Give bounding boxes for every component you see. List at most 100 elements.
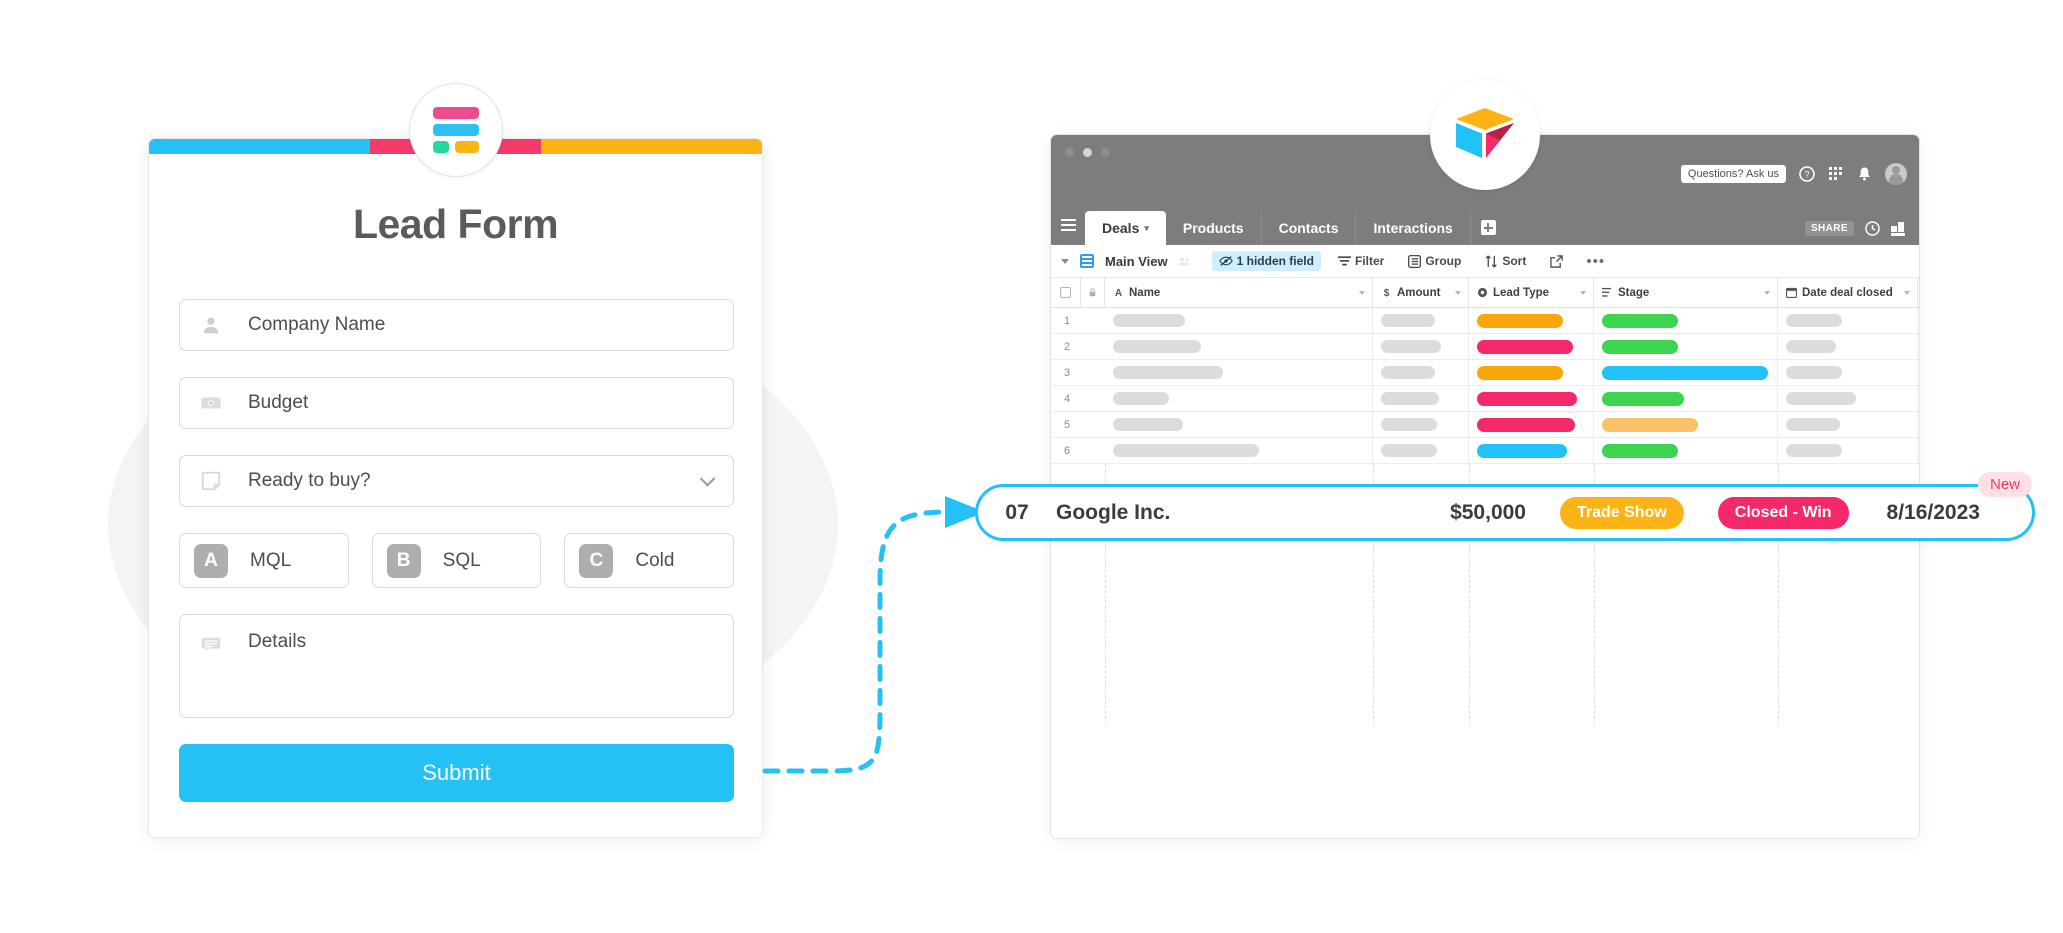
table-cell[interactable] [1105, 438, 1373, 463]
table-cell[interactable] [1469, 386, 1594, 411]
table-cell[interactable] [1594, 308, 1778, 333]
table-row[interactable]: 4 [1051, 386, 1919, 412]
table-cell[interactable] [1469, 438, 1594, 463]
table-row[interactable]: 1 [1051, 308, 1919, 334]
add-table-icon[interactable] [1480, 220, 1496, 235]
chevron-down-icon[interactable] [1455, 290, 1461, 295]
svg-text:?: ? [1804, 170, 1809, 180]
status-pill [1477, 339, 1573, 354]
table-cell[interactable] [1778, 360, 1918, 385]
tab-deals-caret-icon[interactable]: ▾ [1144, 223, 1149, 234]
table-cell[interactable] [1373, 360, 1469, 385]
table-row[interactable]: 6 [1051, 438, 1919, 464]
bell-icon[interactable] [1857, 166, 1872, 182]
submit-button[interactable]: Submit [179, 744, 734, 802]
details-field[interactable]: Details [179, 614, 734, 718]
table-row[interactable]: 2 [1051, 334, 1919, 360]
table-cell[interactable] [1105, 412, 1373, 437]
comment-icon [201, 637, 221, 651]
tab-interactions[interactable]: Interactions [1356, 211, 1471, 245]
choice-mql[interactable]: A MQL [179, 533, 349, 588]
share-view-button[interactable] [1543, 252, 1570, 271]
column-header-stage[interactable]: Stage [1594, 278, 1778, 307]
tab-contacts[interactable]: Contacts [1262, 211, 1357, 245]
chevron-down-icon[interactable] [1904, 290, 1910, 295]
more-dots-icon[interactable]: ••• [1580, 253, 1611, 270]
choice-sql[interactable]: B SQL [371, 533, 542, 588]
table-cell[interactable] [1105, 334, 1373, 359]
row-number: 1 [1064, 314, 1071, 327]
chevron-down-icon[interactable] [1580, 290, 1586, 295]
table-cell[interactable] [1594, 412, 1778, 437]
column-header-name[interactable]: A Name [1105, 278, 1373, 307]
tab-products[interactable]: Products [1166, 211, 1262, 245]
choice-cold[interactable]: C Cold [564, 533, 735, 588]
window-close-dot[interactable] [1065, 148, 1074, 157]
window-controls[interactable] [1065, 148, 1110, 157]
table-cell[interactable] [1778, 308, 1918, 333]
column-header-lead-type[interactable]: Lead Type [1469, 278, 1594, 307]
tab-deals[interactable]: Deals ▾ [1085, 211, 1166, 245]
table-cell[interactable] [1373, 308, 1469, 333]
table-cell[interactable] [1469, 360, 1594, 385]
share-button[interactable]: SHARE [1804, 221, 1854, 236]
help-circle-icon[interactable]: ? [1799, 166, 1815, 182]
status-pill [1477, 313, 1563, 328]
user-avatar-icon[interactable] [1885, 163, 1907, 185]
table-row[interactable]: 5 [1051, 412, 1919, 438]
company-name-field[interactable]: Company Name [179, 299, 734, 351]
table-cell[interactable] [1594, 438, 1778, 463]
table-cell[interactable] [1778, 438, 1918, 463]
filter-button[interactable]: Filter [1331, 251, 1391, 271]
table-row[interactable]: 3 [1051, 360, 1919, 386]
table-cell[interactable] [1469, 308, 1594, 333]
choice-label-sql: SQL [442, 549, 481, 571]
window-minimize-dot[interactable] [1083, 148, 1092, 157]
sidebar-toggle-icon[interactable] [1051, 205, 1085, 245]
view-sidebar-caret-icon[interactable] [1061, 258, 1069, 264]
row-number: 5 [1064, 418, 1071, 431]
hidden-fields-button[interactable]: 1 hidden field [1211, 251, 1321, 271]
chrome-right-actions: Questions? Ask us ? [1680, 163, 1907, 185]
table-cell[interactable] [1594, 334, 1778, 359]
ask-us-button[interactable]: Questions? Ask us [1680, 165, 1786, 183]
table-cell[interactable] [1105, 308, 1373, 333]
apps-grid-icon[interactable] [1828, 166, 1844, 182]
history-icon[interactable] [1865, 221, 1880, 236]
table-cell[interactable] [1594, 386, 1778, 411]
table-cell[interactable] [1469, 334, 1594, 359]
table-cell[interactable] [1778, 334, 1918, 359]
table-cell[interactable] [1594, 360, 1778, 385]
budget-field[interactable]: Budget [179, 377, 734, 429]
column-header-amount[interactable]: $ Amount [1373, 278, 1469, 307]
person-icon [203, 317, 219, 334]
chevron-down-icon[interactable] [1359, 290, 1365, 295]
table-cell[interactable] [1373, 412, 1469, 437]
new-record-row[interactable]: 07 Google Inc. $50,000 Trade Show Closed… [975, 484, 2035, 541]
view-name-label[interactable]: Main View [1105, 254, 1168, 269]
table-cell[interactable] [1373, 386, 1469, 411]
table-cell[interactable] [1778, 412, 1918, 437]
table-cell[interactable] [1373, 438, 1469, 463]
group-button[interactable]: Group [1401, 251, 1468, 271]
column-header-date[interactable]: Date deal closed [1778, 278, 1918, 307]
table-cell[interactable] [1469, 412, 1594, 437]
logo-bar-green [433, 141, 449, 153]
single-select-icon [1477, 287, 1488, 298]
window-maximize-dot[interactable] [1101, 148, 1110, 157]
status-pill [1602, 417, 1698, 432]
apps-panel-icon[interactable] [1891, 221, 1907, 236]
details-label: Details [248, 631, 307, 652]
select-all-checkbox[interactable] [1051, 278, 1081, 307]
table-cell[interactable] [1105, 386, 1373, 411]
ready-to-buy-select[interactable]: Ready to buy? [179, 455, 734, 507]
table-cell[interactable] [1105, 360, 1373, 385]
table-cell[interactable] [1373, 334, 1469, 359]
table-cell[interactable] [1778, 386, 1918, 411]
chevron-down-icon[interactable] [1764, 290, 1770, 295]
sort-button[interactable]: Sort [1478, 251, 1533, 271]
new-row-date: 8/16/2023 [1886, 500, 1980, 524]
placeholder-bar [1381, 314, 1435, 327]
text-field-icon: A [1115, 288, 1123, 298]
hidden-field-icon [1218, 256, 1233, 266]
